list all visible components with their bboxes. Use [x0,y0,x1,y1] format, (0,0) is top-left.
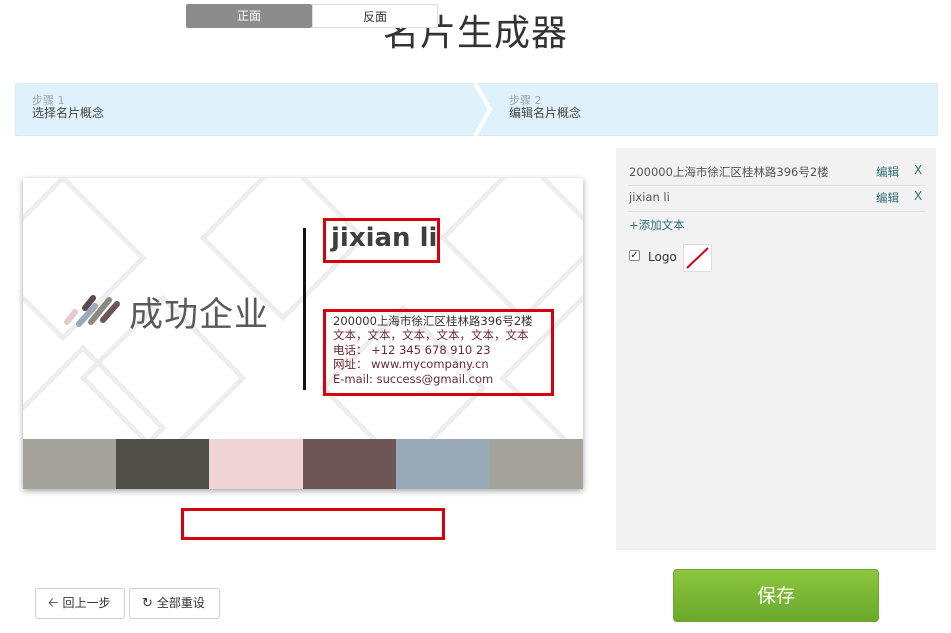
card-info-address: 200000上海市徐汇区桂林路396号2楼 [333,314,533,328]
steps-bar-background [15,83,938,136]
step-1[interactable]: 步骤 1 选择名片概念 [32,94,104,120]
add-text-link[interactable]: +添加文本 [629,217,685,233]
editor-panel: 200000上海市徐汇区桂林路396号2楼 编辑 X jixian li 编辑 … [616,148,936,550]
field-row: jixian li 编辑 X [628,186,925,212]
business-card-preview: 成功企业 jixian li 200000上海市徐汇区桂林路396号2楼 文本，… [23,178,583,489]
edit-link[interactable]: 编辑 [876,190,899,206]
color-stripe [116,439,209,489]
card-company-name: 成功企业 [129,295,269,335]
page: 名片生成器 步骤 1 选择名片概念 步骤 2 编辑名片概念 成功企业 jixia… [0,0,951,633]
save-button[interactable]: 保存 [673,569,879,622]
reset-all-button[interactable]: ↻ 全部重设 [129,588,220,619]
back-button[interactable]: 🡠 回上一步 [35,588,125,619]
reset-button-label: 全部重设 [156,596,205,610]
step-2-label: 编辑名片概念 [509,106,582,120]
no-logo-icon [686,247,709,269]
card-info-phone: 电话： +12 345 678 910 23 [333,342,491,357]
field-value: 200000上海市徐汇区桂林路396号2楼 [629,165,829,179]
card-divider [303,228,306,390]
field-value: jixian li [629,190,670,204]
front-side-tab[interactable]: 正面 [186,4,312,28]
logo-picker[interactable] [683,244,712,272]
card-color-stripes [23,439,583,489]
back-button-label: 回上一步 [62,596,111,610]
color-stripe [303,439,396,489]
step-2[interactable]: 步骤 2 编辑名片概念 [509,94,581,120]
arrow-left-icon: 🡠 [48,596,59,611]
field-row: 200000上海市徐汇区桂林路396号2楼 编辑 X [628,160,925,186]
steps-bar: 步骤 1 选择名片概念 步骤 2 编辑名片概念 [15,83,938,136]
back-side-tab[interactable]: 反面 [312,4,438,28]
delete-link[interactable]: X [914,189,922,203]
color-stripe [209,439,303,489]
side-toggle-highlight [181,508,445,540]
card-contact-info[interactable]: 200000上海市徐汇区桂林路396号2楼 文本，文本，文本，文本，文本，文本 … [333,314,533,386]
delete-link[interactable]: X [914,163,922,177]
card-person-name[interactable]: jixian li [331,223,437,253]
step-1-label: 选择名片概念 [32,106,105,120]
card-info-email: E-mail: success@gmail.com [333,371,494,386]
card-info-text: 文本，文本，文本，文本，文本，文本 [333,328,529,343]
page-title: 名片生成器 [382,13,568,54]
card-info-website: 网址： www.mycompany.cn [333,357,489,372]
color-stripe [23,439,116,489]
color-stripe [490,439,583,489]
logo-checkbox[interactable]: ✓ [629,250,640,261]
edit-link[interactable]: 编辑 [876,164,899,180]
color-stripe [396,439,490,489]
company-logo-icon [64,295,120,327]
logo-label: Logo [648,250,677,264]
refresh-icon: ↻ [142,596,153,611]
